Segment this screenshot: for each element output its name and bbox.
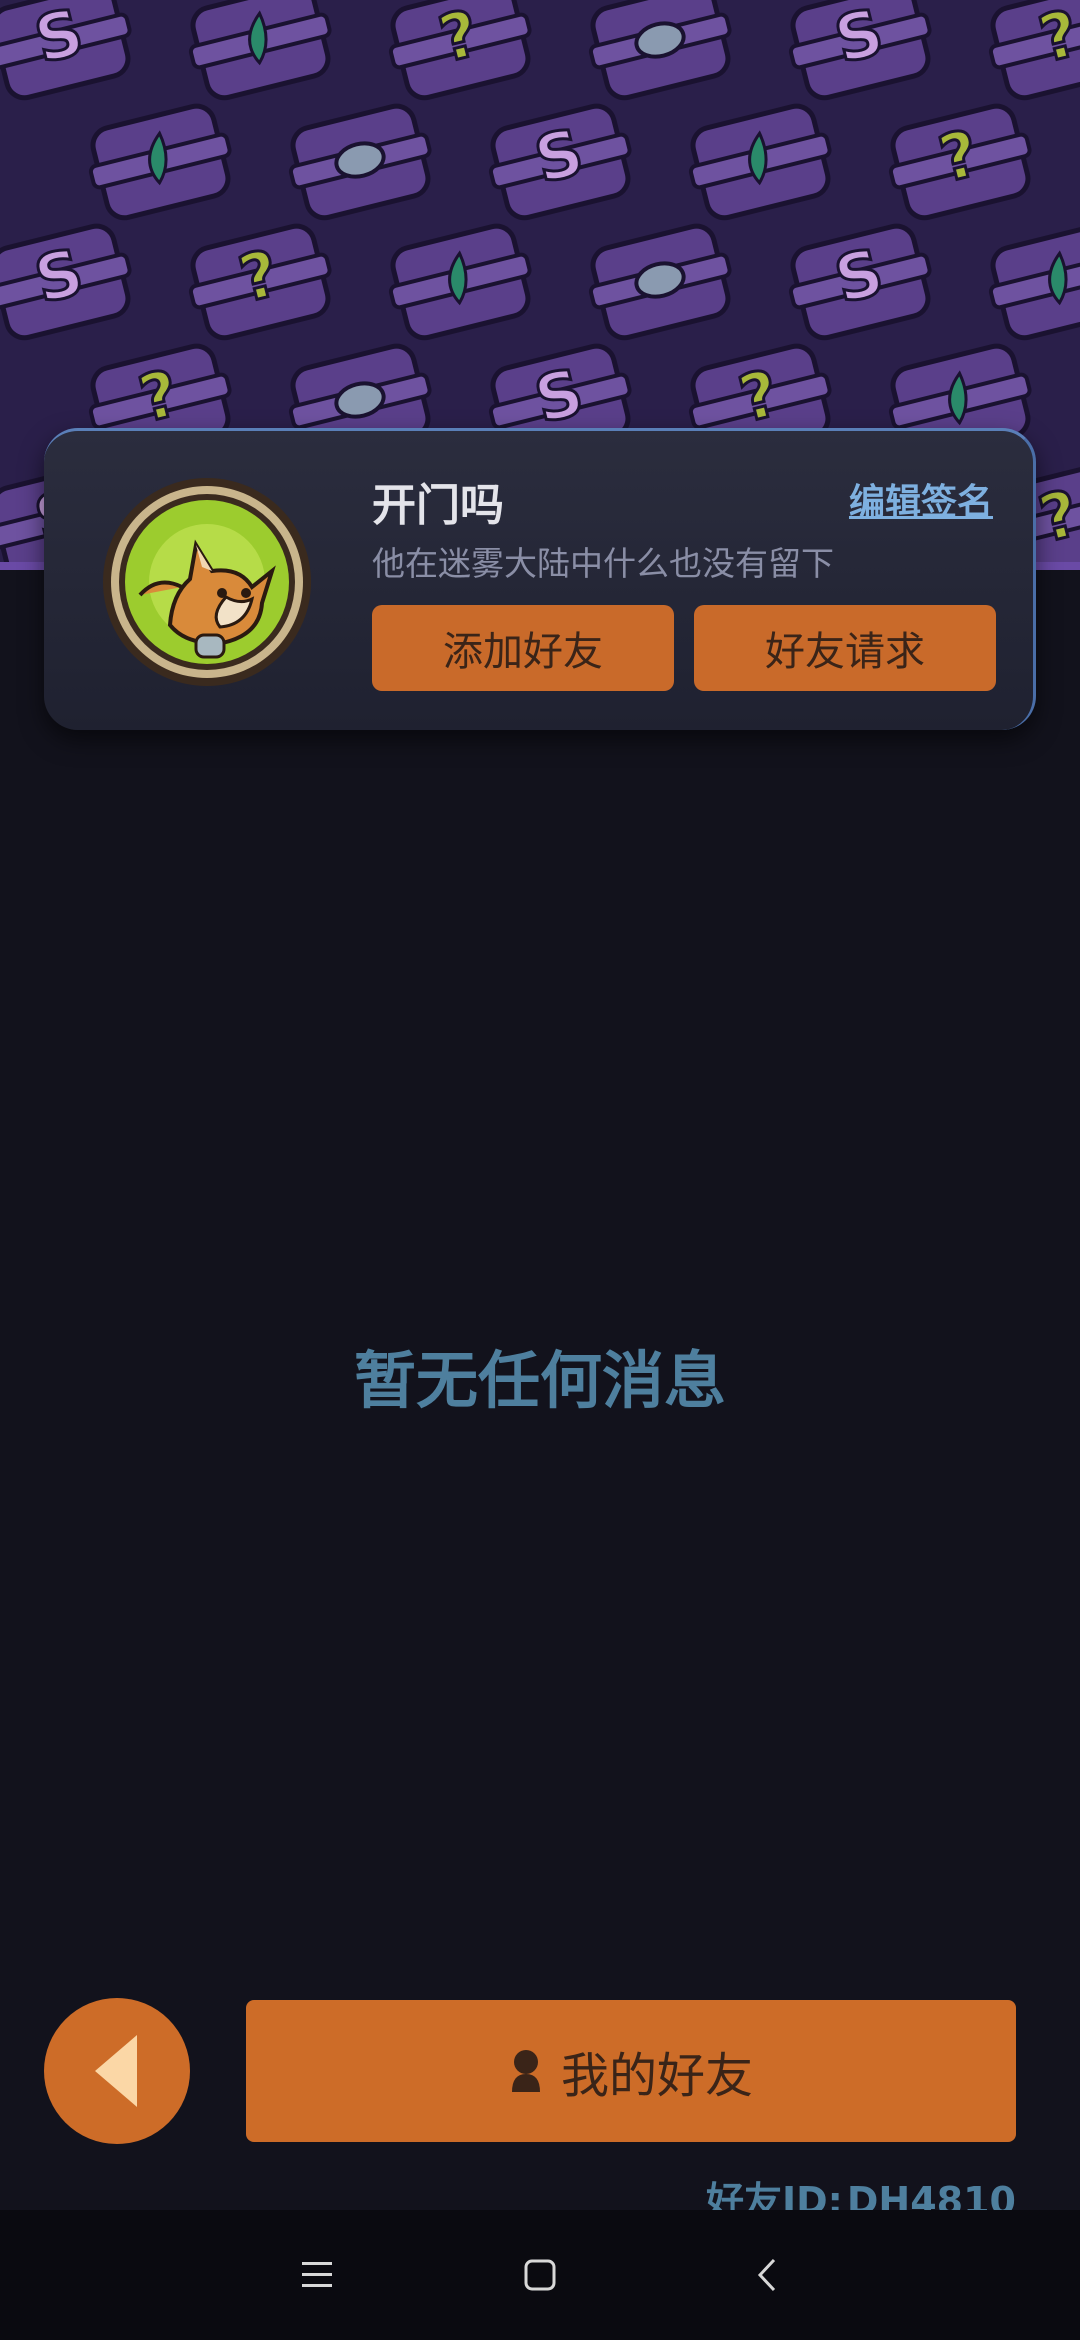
my-friends-label: 我的好友 (560, 2048, 753, 2104)
banner-emblem: ? (188, 223, 332, 341)
empty-messages-text: 暂无任何消息 (353, 1344, 726, 1417)
profile-card: 开门吗 编辑签名 他在迷雾大陆中什么也没有留下 添加好友 好友请求 (44, 428, 1036, 730)
edit-signature-link[interactable]: 编辑签名 (849, 473, 993, 525)
home-square-icon (524, 2259, 556, 2291)
banner-emblem: ? (888, 103, 1032, 221)
add-friend-label: 添加好友 (443, 629, 603, 675)
banner-emblem (588, 223, 732, 341)
my-friends-button[interactable]: 我的好友 (246, 2000, 1016, 2142)
banner-emblem: S (0, 0, 132, 101)
banner-emblem: ? (988, 0, 1080, 101)
friend-request-button[interactable]: 好友请求 (694, 605, 996, 691)
fox-avatar-icon (103, 478, 311, 686)
banner-emblem: ? (388, 0, 532, 101)
nav-home-button[interactable] (505, 2240, 575, 2310)
banner-emblem (988, 223, 1080, 341)
friends-screen: S?S?S?S?S?S?S?S? 开门吗 编辑签名 他在迷雾大陆 (0, 0, 1080, 2340)
banner-emblem: S (0, 223, 132, 341)
banner-emblem (188, 0, 332, 101)
person-icon (509, 2048, 543, 2094)
banner-emblem: S (788, 223, 932, 341)
avatar[interactable] (100, 475, 314, 689)
banner-emblem (88, 103, 232, 221)
banner-emblem (288, 103, 432, 221)
banner-emblem (388, 223, 532, 341)
banner-emblem (588, 0, 732, 101)
nav-menu-button[interactable] (282, 2240, 352, 2310)
user-signature: 他在迷雾大陆中什么也没有留下 (372, 544, 834, 583)
add-friend-button[interactable]: 添加好友 (372, 605, 674, 691)
back-button[interactable] (44, 1998, 190, 2144)
system-nav-bar (0, 2210, 1080, 2340)
chevron-left-icon (95, 2035, 137, 2107)
banner-emblem (688, 103, 832, 221)
nav-back-button[interactable] (732, 2240, 802, 2310)
friend-request-label: 好友请求 (765, 629, 925, 675)
nav-back-icon (757, 2258, 776, 2292)
menu-icon (302, 2262, 332, 2287)
user-name: 开门吗 (372, 480, 504, 531)
banner-emblem: S (788, 0, 932, 101)
banner-emblem: S (488, 103, 632, 221)
